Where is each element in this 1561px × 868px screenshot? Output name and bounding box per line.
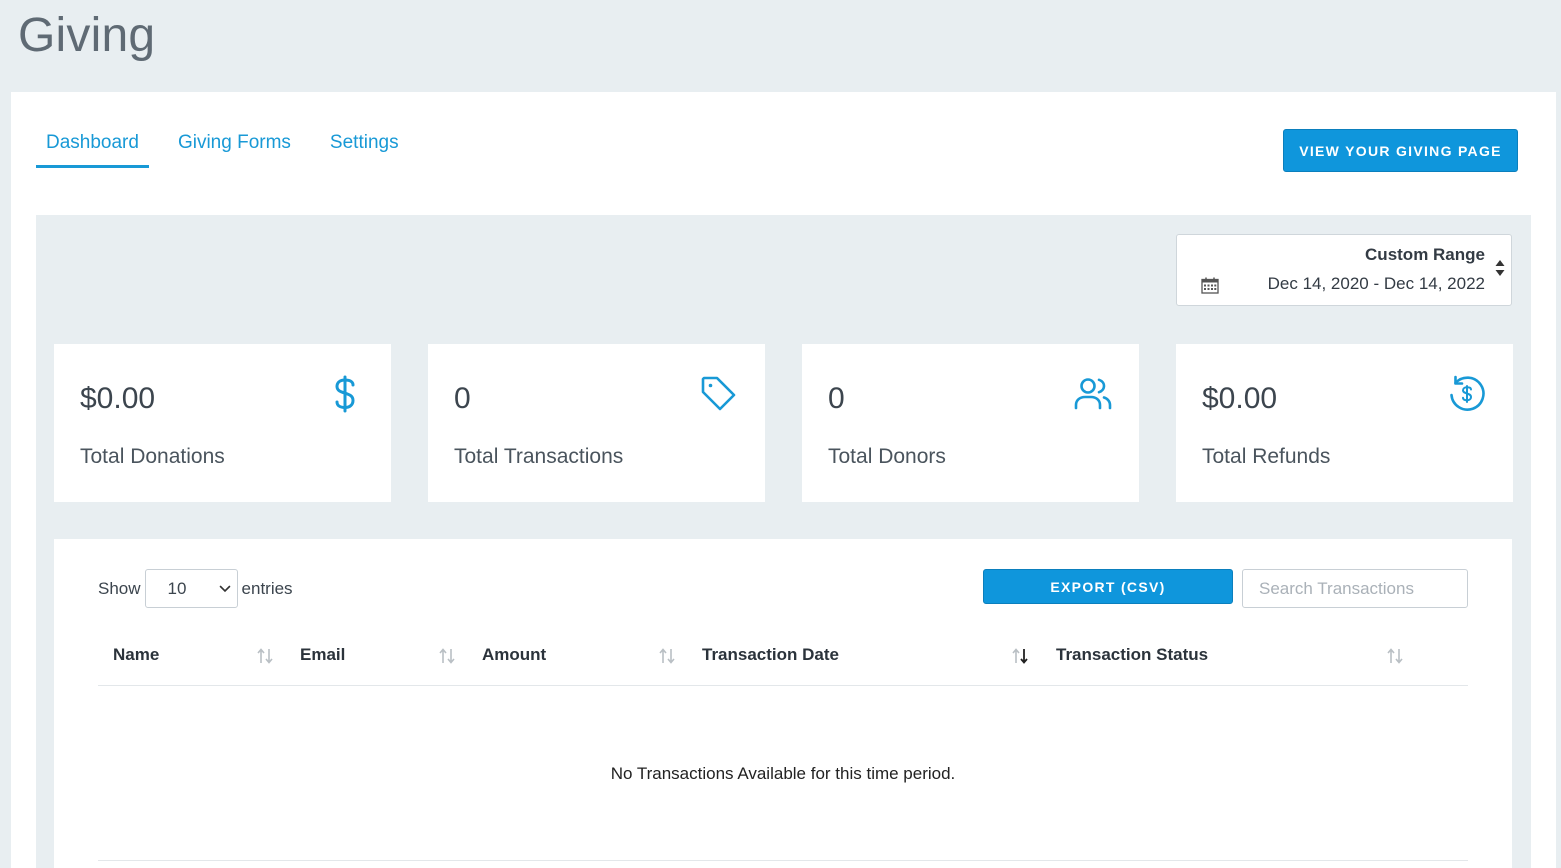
sort-icon[interactable] [256, 647, 274, 665]
column-header-transaction-date[interactable]: Transaction Date [702, 645, 839, 665]
stat-label: Total Donors [828, 445, 946, 468]
sort-icon[interactable] [658, 647, 676, 665]
stat-label: Total Refunds [1202, 445, 1331, 468]
calendar-icon [1201, 277, 1219, 294]
show-label: Show [98, 578, 141, 598]
transactions-table-card: Show 10 entries EXPORT (CSV) Name Email [54, 539, 1512, 868]
main-card: Dashboard Giving Forms Settings VIEW YOU… [11, 92, 1556, 868]
stat-value: $0.00 [1202, 382, 1278, 415]
tab-bar: Dashboard Giving Forms Settings [36, 130, 428, 168]
table-divider [98, 860, 1468, 861]
column-header-amount[interactable]: Amount [482, 645, 546, 665]
entries-label: entries [241, 578, 293, 598]
table-header-row: Name Email Amount Transaction Date Trans… [98, 635, 1468, 686]
tag-icon [701, 376, 736, 411]
column-header-transaction-status[interactable]: Transaction Status [1056, 645, 1208, 665]
stat-card-total-donors: 0 Total Donors [802, 344, 1139, 502]
sort-icon[interactable] [438, 647, 456, 665]
sort-descending-icon[interactable] [1011, 647, 1029, 665]
dollar-icon [335, 375, 355, 413]
date-range-value: Dec 14, 2020 - Dec 14, 2022 [1267, 274, 1485, 293]
tab-settings[interactable]: Settings [320, 130, 409, 168]
stat-card-total-donations: $0.00 Total Donations [54, 344, 391, 502]
stat-label: Total Donations [80, 445, 225, 468]
chevron-down-icon [219, 585, 230, 592]
tab-giving-forms[interactable]: Giving Forms [168, 130, 301, 168]
page-title: Giving [18, 9, 156, 62]
dashboard-panel: Custom Range Dec 14, 2020 - Dec 14, 2022… [36, 215, 1531, 868]
empty-table-message: No Transactions Available for this time … [610, 764, 956, 783]
stat-value: $0.00 [80, 382, 156, 415]
date-range-picker[interactable]: Custom Range Dec 14, 2020 - Dec 14, 2022 [1176, 234, 1512, 306]
stat-card-total-transactions: 0 Total Transactions [428, 344, 765, 502]
entries-select[interactable]: 10 [144, 569, 238, 608]
search-transactions-input[interactable] [1242, 569, 1468, 608]
users-icon [1074, 378, 1112, 410]
stat-value: 0 [828, 382, 845, 415]
sort-icon[interactable] [1386, 647, 1404, 665]
refund-icon [1450, 375, 1485, 411]
tab-dashboard[interactable]: Dashboard [36, 130, 149, 168]
select-arrows-icon [1495, 260, 1505, 276]
stat-card-total-refunds: $0.00 Total Refunds [1176, 344, 1513, 502]
export-csv-button[interactable]: EXPORT (CSV) [983, 569, 1233, 604]
column-header-name[interactable]: Name [113, 645, 159, 665]
stat-value: 0 [454, 382, 471, 415]
column-header-email[interactable]: Email [300, 645, 345, 665]
stat-label: Total Transactions [454, 445, 624, 468]
entries-control: Show 10 entries [98, 569, 293, 608]
entries-select-value: 10 [167, 578, 187, 598]
date-range-label: Custom Range [1365, 245, 1485, 264]
view-giving-page-button[interactable]: VIEW YOUR GIVING PAGE [1283, 129, 1518, 172]
